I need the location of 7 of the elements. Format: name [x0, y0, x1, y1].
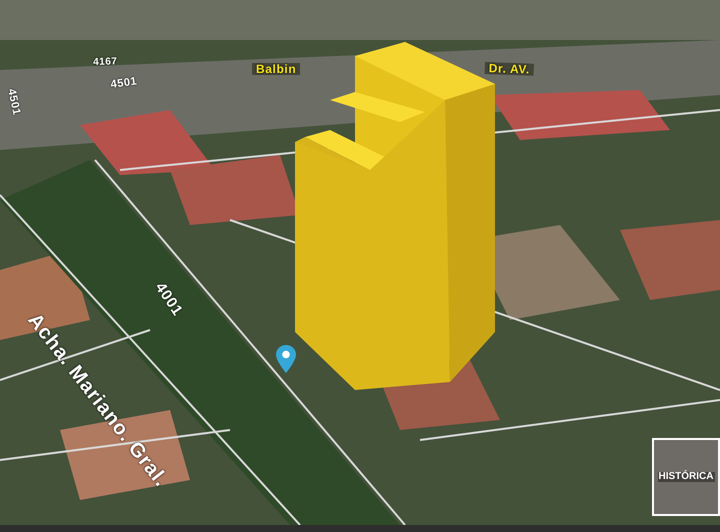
street-label: 4501 — [5, 88, 22, 116]
street-label: Balbin — [252, 63, 300, 75]
map-pin-icon — [276, 345, 296, 373]
street-label: Dr. AV. — [484, 62, 534, 76]
historical-imagery-button[interactable]: HISTÓRICA — [652, 438, 720, 516]
street-label: 4167 — [93, 57, 118, 68]
street-label: 4501 — [110, 76, 138, 91]
